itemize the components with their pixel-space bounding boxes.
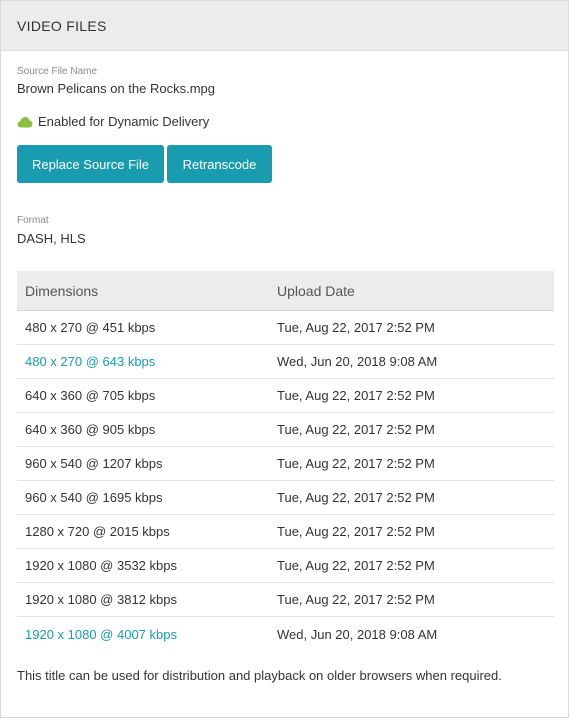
replace-source-file-button[interactable]: Replace Source File — [17, 145, 164, 183]
table-row: 1920 x 1080 @ 3532 kbps Tue, Aug 22, 2017… — [17, 549, 554, 583]
table-row: 1280 x 720 @ 2015 kbps Tue, Aug 22, 2017 … — [17, 515, 554, 549]
retranscode-button[interactable]: Retranscode — [167, 145, 272, 183]
upload-date-column-header[interactable]: Upload Date — [277, 283, 554, 299]
rendition-link[interactable]: 1920 x 1080 @ 4007 kbps — [17, 627, 277, 642]
rendition-dimensions: 960 x 540 @ 1207 kbps — [25, 456, 163, 471]
table-header: Dimensions Upload Date — [17, 271, 554, 311]
table-body: 480 x 270 @ 451 kbps Tue, Aug 22, 2017 2:… — [17, 311, 554, 651]
dynamic-delivery-text: Enabled for Dynamic Delivery — [38, 114, 210, 129]
rendition-dimensions: 1920 x 1080 @ 3532 kbps — [25, 558, 177, 573]
table-row[interactable]: 480 x 270 @ 643 kbps Wed, Jun 20, 2018 9:… — [17, 345, 554, 379]
table-row: 960 x 540 @ 1695 kbps Tue, Aug 22, 2017 2… — [17, 481, 554, 515]
rendition-upload-date: Tue, Aug 22, 2017 2:52 PM — [277, 456, 435, 471]
source-file-name-value: Brown Pelicans on the Rocks.mpg — [17, 81, 215, 96]
renditions-table: Dimensions Upload Date 480 x 270 @ 451 k… — [17, 271, 554, 651]
format-value: DASH, HLS — [17, 231, 86, 246]
distribution-note: This title can be used for distribution … — [17, 668, 502, 683]
rendition-upload-date: Tue, Aug 22, 2017 2:52 PM — [277, 524, 435, 539]
rendition-dimensions: 480 x 270 @ 451 kbps — [25, 320, 156, 335]
table-row[interactable]: 1920 x 1080 @ 4007 kbps Wed, Jun 20, 2018… — [17, 617, 554, 651]
table-row: 960 x 540 @ 1207 kbps Tue, Aug 22, 2017 2… — [17, 447, 554, 481]
rendition-dimensions: 640 x 360 @ 705 kbps — [25, 388, 156, 403]
source-file-name-label: Source File Name — [17, 66, 98, 77]
panel-header: VIDEO FILES — [1, 1, 568, 51]
rendition-dimensions: 640 x 360 @ 905 kbps — [25, 422, 156, 437]
panel-title: VIDEO FILES — [17, 17, 107, 34]
table-row: 480 x 270 @ 451 kbps Tue, Aug 22, 2017 2:… — [17, 311, 554, 345]
dynamic-delivery-status: Enabled for Dynamic Delivery — [17, 114, 209, 129]
rendition-dimensions: 960 x 540 @ 1695 kbps — [25, 490, 163, 505]
rendition-dimensions: 1920 x 1080 @ 3812 kbps — [25, 592, 177, 607]
rendition-dimensions: 1280 x 720 @ 2015 kbps — [25, 524, 170, 539]
rendition-upload-date: Tue, Aug 22, 2017 2:52 PM — [277, 320, 435, 335]
table-row: 1920 x 1080 @ 3812 kbps Tue, Aug 22, 2017… — [17, 583, 554, 617]
table-row: 640 x 360 @ 905 kbps Tue, Aug 22, 2017 2:… — [17, 413, 554, 447]
table-row: 640 x 360 @ 705 kbps Tue, Aug 22, 2017 2:… — [17, 379, 554, 413]
rendition-upload-date: Wed, Jun 20, 2018 9:08 AM — [277, 626, 438, 642]
cloud-icon — [17, 116, 33, 128]
rendition-upload-date: Tue, Aug 22, 2017 2:52 PM — [277, 422, 435, 437]
format-label: Format — [17, 215, 49, 226]
video-files-panel: VIDEO FILES Source File Name Brown Pelic… — [0, 0, 569, 718]
dimensions-column-header[interactable]: Dimensions — [17, 283, 277, 299]
rendition-link[interactable]: 480 x 270 @ 643 kbps — [17, 354, 277, 369]
rendition-upload-date: Tue, Aug 22, 2017 2:52 PM — [277, 490, 435, 505]
rendition-upload-date: Tue, Aug 22, 2017 2:52 PM — [277, 388, 435, 403]
rendition-upload-date: Tue, Aug 22, 2017 2:52 PM — [277, 558, 435, 573]
rendition-upload-date: Tue, Aug 22, 2017 2:52 PM — [277, 592, 435, 607]
rendition-upload-date: Wed, Jun 20, 2018 9:08 AM — [277, 354, 438, 369]
